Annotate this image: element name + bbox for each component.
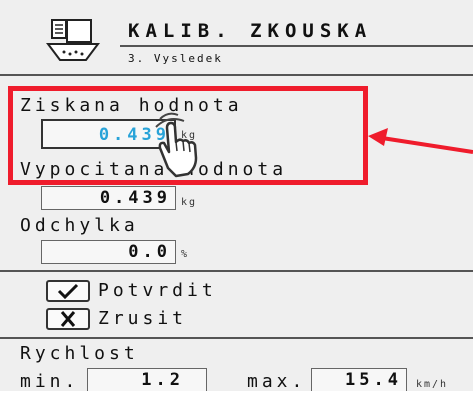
computed-value: 0.439 [99,188,171,208]
cancel-label: Zrusit [98,308,188,329]
confirm-label: Potvrdit [98,280,217,301]
speed-divider [0,337,473,339]
computed-unit: kg [181,197,198,208]
speed-min-label: min. [20,371,80,392]
speed-max-label: max. [247,371,307,392]
page-subtitle: 3. Vysledek [128,52,223,65]
title-underline [120,45,473,47]
page-title: KALIB. ZKOUSKA [128,20,373,42]
deviation-label: Odchylka [20,215,139,236]
check-icon [57,283,79,300]
header-divider [0,74,473,76]
computed-value-box: 0.439 [41,186,176,210]
deviation-value: 0.0 [128,242,171,262]
speed-min-box: 1.2 [87,368,207,391]
close-icon [60,311,76,327]
actions-divider [0,270,473,272]
speed-label: Rychlost [20,343,139,364]
speed-unit: km/h [416,379,449,390]
confirm-checkbox [46,280,90,302]
speed-max-box: 15.4 [311,368,407,391]
cancel-button[interactable]: Zrusit [46,306,246,332]
speed-min-value: 1.2 [141,370,184,390]
confirm-button[interactable]: Potvrdit [46,278,246,304]
tap-hand-icon [155,112,198,178]
cancel-checkbox [46,308,90,330]
deviation-unit: % [181,249,190,260]
calibration-panel: KALIB. ZKOUSKA 3. Vysledek Ziskana hodno… [0,0,473,392]
speed-max-value: 15.4 [345,370,402,390]
deviation-box: 0.0 [41,240,176,264]
scale-bucket-icon [46,19,100,61]
arrow-icon [368,128,473,154]
